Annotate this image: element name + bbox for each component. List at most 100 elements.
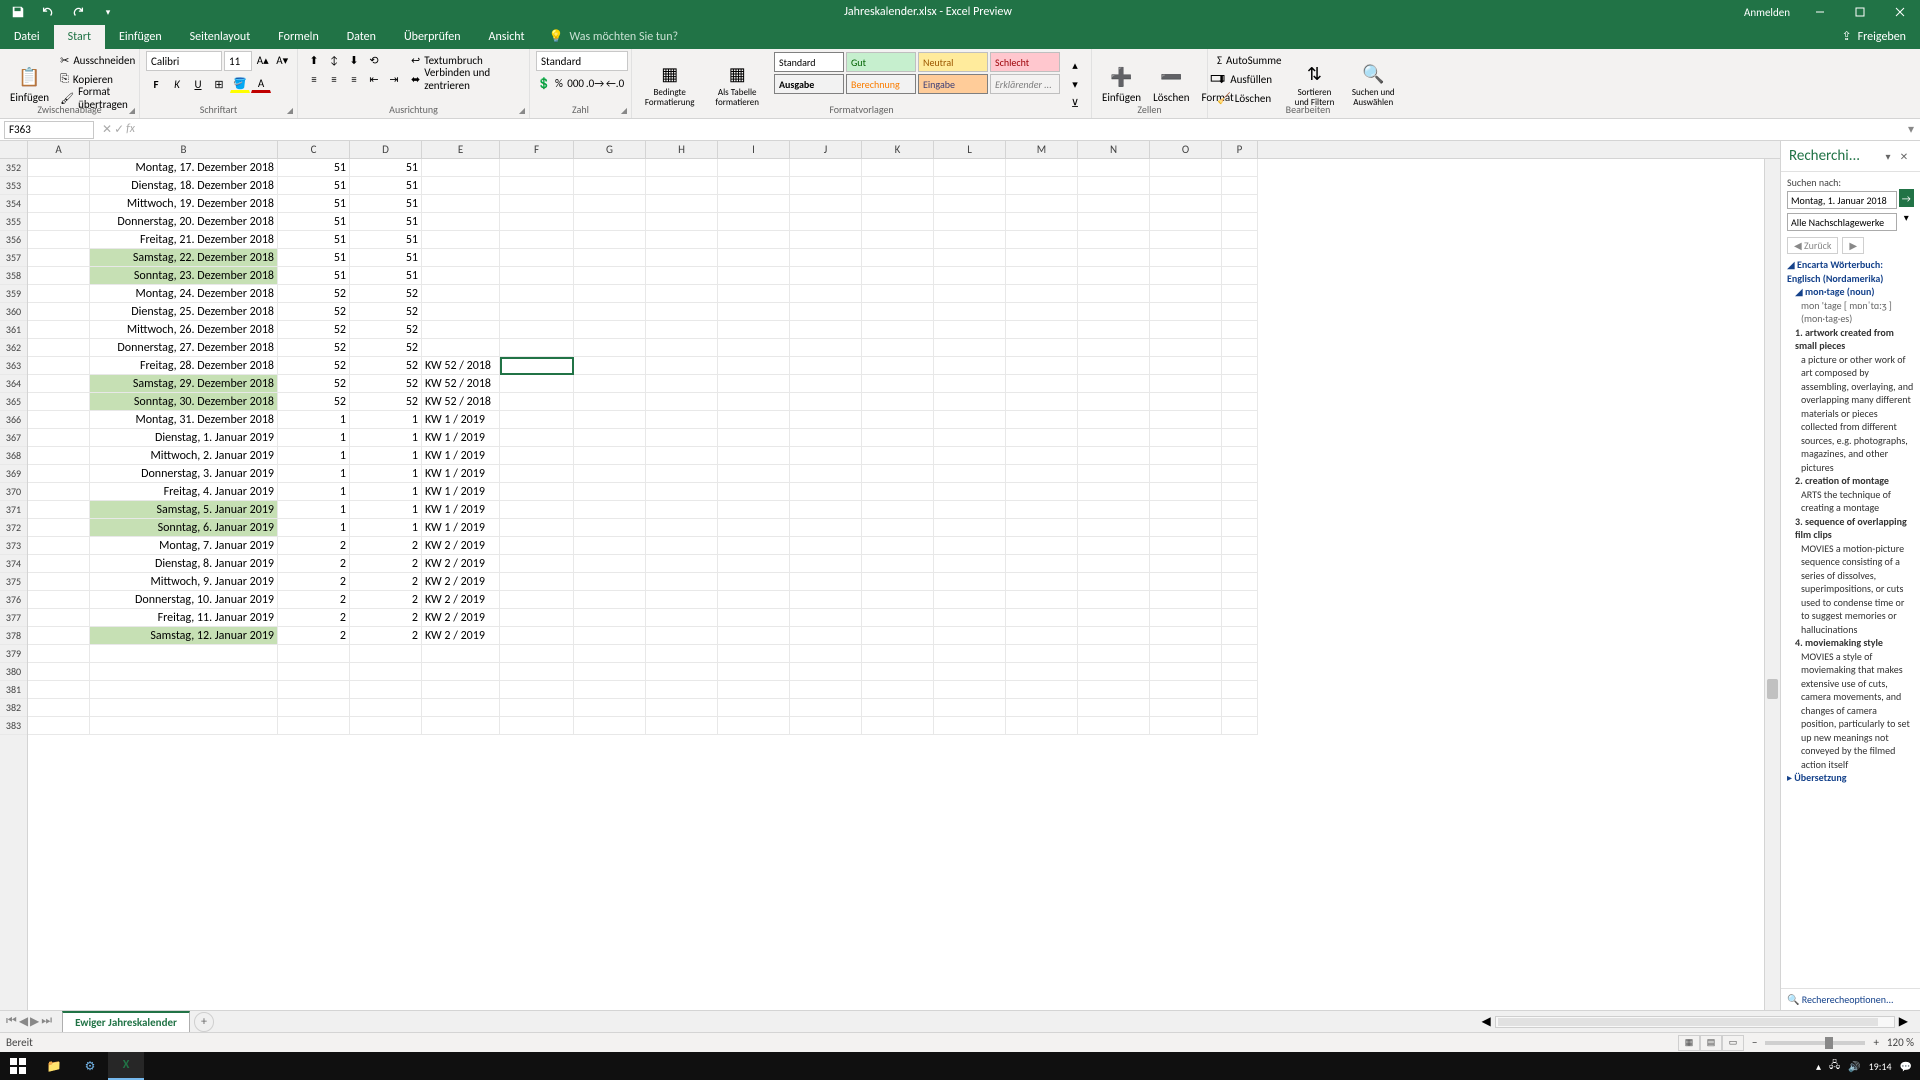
number-format-select[interactable]: [536, 51, 628, 71]
align-middle-button[interactable]: ↕: [324, 51, 344, 69]
cell[interactable]: [1222, 249, 1258, 267]
indent-decrease-button[interactable]: ⇤: [364, 70, 384, 88]
cell[interactable]: 51: [350, 177, 422, 195]
confirm-formula-button[interactable]: ✓: [114, 122, 124, 137]
cell[interactable]: Freitag, 28. Dezember 2018: [90, 357, 278, 375]
cell[interactable]: [28, 231, 90, 249]
cell[interactable]: [1006, 159, 1078, 177]
row-header-361[interactable]: 361: [0, 321, 27, 339]
cell[interactable]: [422, 339, 500, 357]
tab-start[interactable]: Start: [54, 25, 105, 49]
cell[interactable]: [28, 447, 90, 465]
cell[interactable]: [574, 465, 646, 483]
cell[interactable]: [350, 663, 422, 681]
cell[interactable]: [28, 717, 90, 735]
cell[interactable]: 1: [350, 483, 422, 501]
cell[interactable]: [646, 591, 718, 609]
cell[interactable]: [934, 195, 1006, 213]
cell[interactable]: [718, 195, 790, 213]
cell[interactable]: [862, 231, 934, 249]
cell[interactable]: [790, 393, 862, 411]
sheet-nav-prev[interactable]: ◀: [19, 1014, 28, 1029]
cell[interactable]: [718, 609, 790, 627]
cell[interactable]: [574, 501, 646, 519]
cell[interactable]: KW 2 / 2019: [422, 609, 500, 627]
style-schlecht[interactable]: Schlecht: [990, 52, 1060, 72]
cell[interactable]: [422, 645, 500, 663]
cell[interactable]: [574, 555, 646, 573]
cell[interactable]: [1006, 411, 1078, 429]
col-header-A[interactable]: A: [28, 141, 90, 158]
cell[interactable]: [422, 681, 500, 699]
cell[interactable]: [646, 537, 718, 555]
cell[interactable]: 1: [350, 429, 422, 447]
name-box[interactable]: F363: [4, 121, 94, 139]
col-header-N[interactable]: N: [1078, 141, 1150, 158]
cell[interactable]: [646, 411, 718, 429]
cell[interactable]: [646, 159, 718, 177]
cell[interactable]: [28, 465, 90, 483]
cell[interactable]: [1150, 573, 1222, 591]
cell[interactable]: [1078, 285, 1150, 303]
cell[interactable]: [28, 213, 90, 231]
col-header-O[interactable]: O: [1150, 141, 1222, 158]
cell[interactable]: [646, 501, 718, 519]
cell[interactable]: [934, 663, 1006, 681]
row-header-356[interactable]: 356: [0, 231, 27, 249]
cell[interactable]: [28, 357, 90, 375]
cell[interactable]: [1078, 537, 1150, 555]
cell[interactable]: [862, 609, 934, 627]
border-button[interactable]: ⊞: [209, 75, 229, 93]
cell[interactable]: [1150, 627, 1222, 645]
cell[interactable]: [500, 213, 574, 231]
cell[interactable]: [574, 249, 646, 267]
cell[interactable]: [1006, 609, 1078, 627]
cell[interactable]: [28, 195, 90, 213]
cell[interactable]: 2: [350, 609, 422, 627]
row-header-374[interactable]: 374: [0, 555, 27, 573]
cell[interactable]: [862, 375, 934, 393]
cell[interactable]: KW 52 / 2018: [422, 357, 500, 375]
cell[interactable]: [1222, 267, 1258, 285]
research-pane-close[interactable]: ✕: [1896, 150, 1912, 163]
cell[interactable]: [718, 231, 790, 249]
cell[interactable]: [1222, 573, 1258, 591]
cell[interactable]: [646, 465, 718, 483]
cell[interactable]: [1222, 321, 1258, 339]
cell[interactable]: [1006, 267, 1078, 285]
align-left-button[interactable]: ≡: [304, 70, 324, 88]
cell[interactable]: [718, 645, 790, 663]
cell[interactable]: [646, 645, 718, 663]
cell[interactable]: [934, 339, 1006, 357]
taskbar-explorer[interactable]: 📁: [36, 1052, 72, 1080]
cell[interactable]: [1078, 267, 1150, 285]
cell[interactable]: [28, 177, 90, 195]
col-header-K[interactable]: K: [862, 141, 934, 158]
cell[interactable]: [28, 411, 90, 429]
cell[interactable]: [1222, 717, 1258, 735]
cell[interactable]: 52: [278, 393, 350, 411]
cell[interactable]: [1078, 321, 1150, 339]
cell[interactable]: [1078, 519, 1150, 537]
cell[interactable]: [574, 717, 646, 735]
cell[interactable]: [934, 591, 1006, 609]
cell[interactable]: [422, 321, 500, 339]
cell[interactable]: [90, 645, 278, 663]
cell[interactable]: [1078, 411, 1150, 429]
cell[interactable]: [1006, 429, 1078, 447]
formula-input[interactable]: [139, 121, 1902, 139]
research-headword[interactable]: ◢ mon·tage (noun): [1787, 285, 1914, 299]
cell[interactable]: [862, 681, 934, 699]
style-berechnung[interactable]: Berechnung: [846, 74, 916, 94]
cell[interactable]: [422, 195, 500, 213]
cell[interactable]: [422, 717, 500, 735]
cell[interactable]: [862, 195, 934, 213]
col-header-J[interactable]: J: [790, 141, 862, 158]
cell[interactable]: [646, 177, 718, 195]
cell[interactable]: [790, 159, 862, 177]
tray-volume-icon[interactable]: 🔊: [1848, 1060, 1860, 1073]
tray-network-icon[interactable]: 🖧: [1829, 1058, 1840, 1075]
row-header-365[interactable]: 365: [0, 393, 27, 411]
tell-me-search[interactable]: 💡 Was möchten Sie tun?: [539, 24, 689, 49]
cell[interactable]: [500, 321, 574, 339]
